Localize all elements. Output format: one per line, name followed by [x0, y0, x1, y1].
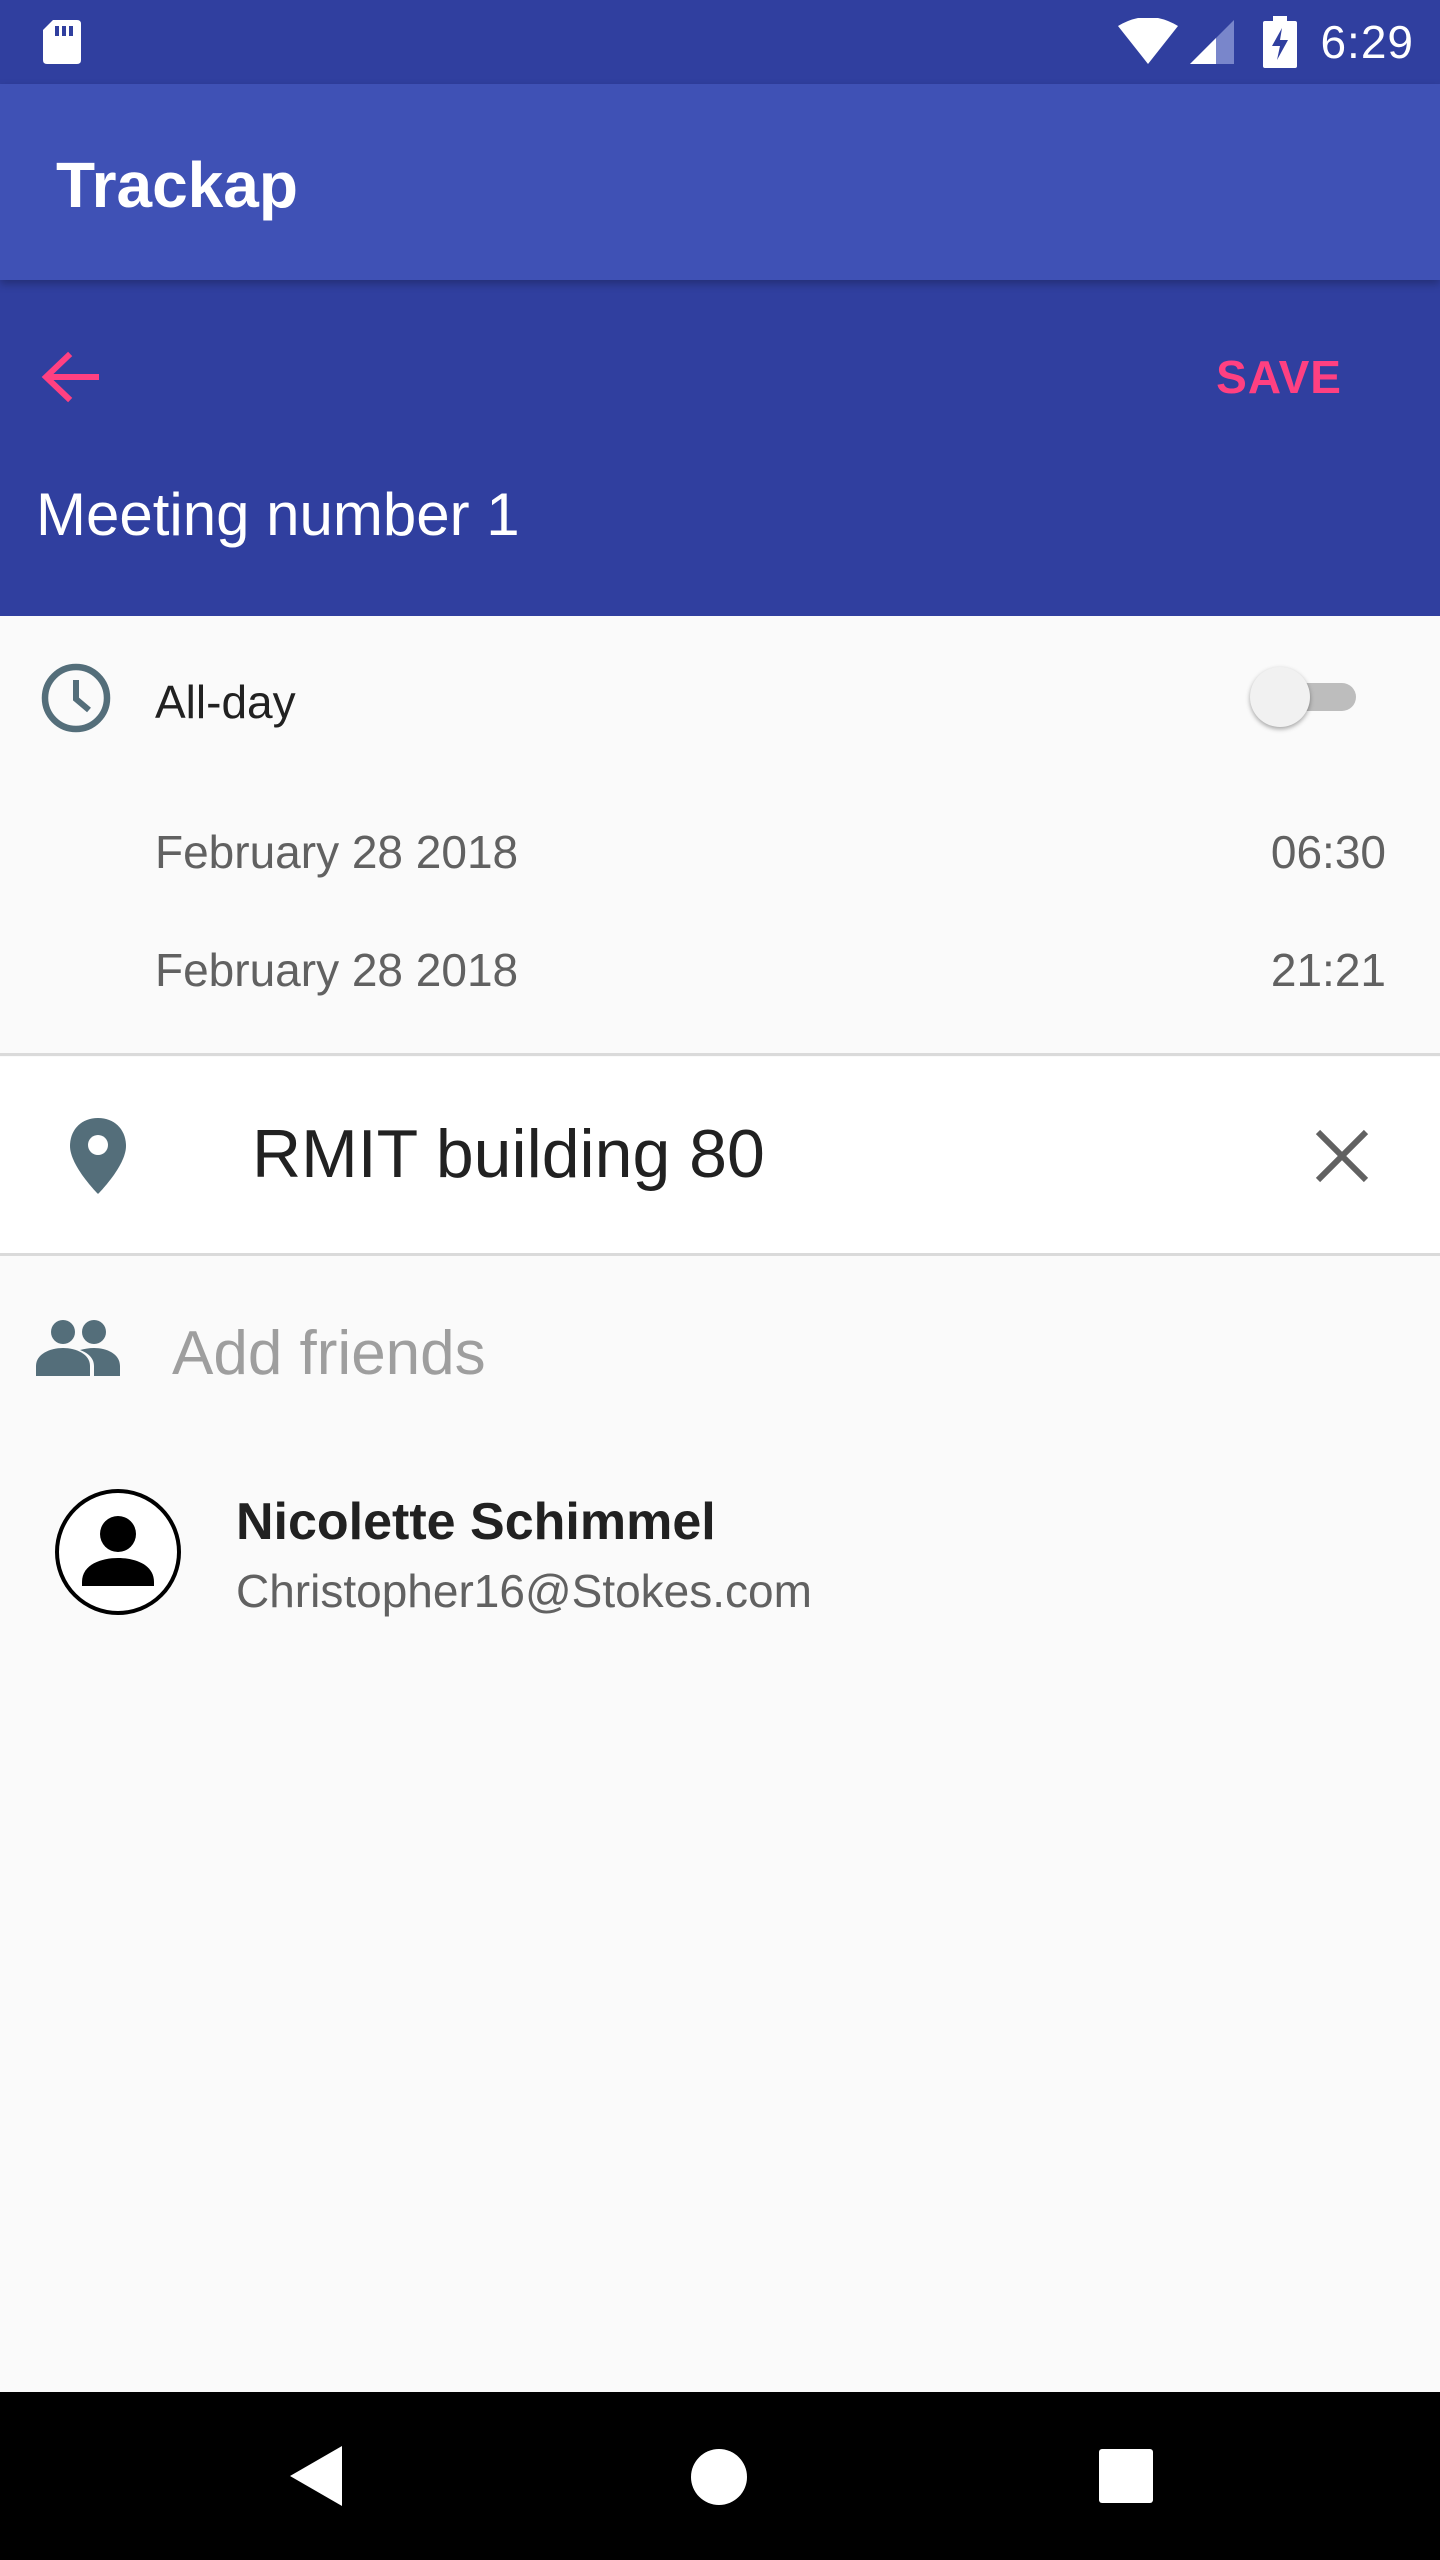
people-icon	[36, 1320, 120, 1376]
nav-home-icon[interactable]	[690, 2448, 748, 2506]
arrow-back-icon[interactable]	[30, 336, 112, 418]
nav-recents-icon[interactable]	[1098, 2448, 1154, 2504]
save-button[interactable]: SAVE	[1216, 350, 1342, 404]
add-friends-input[interactable]	[172, 1318, 1372, 1389]
friend-email: Christopher16@Stokes.com	[236, 1565, 812, 1617]
event-editor-header: SAVE	[0, 280, 1440, 616]
app-bar: Trackap	[0, 84, 1440, 280]
end-date[interactable]: February 28 2018	[155, 943, 518, 997]
cell-signal-icon	[1190, 20, 1235, 64]
navigation-bar	[0, 2392, 1440, 2560]
nav-back-icon[interactable]	[288, 2444, 344, 2508]
wifi-icon	[1118, 18, 1179, 64]
status-bar: 6:29	[0, 0, 1440, 84]
event-editor-screen: 6:29 Trackap SAVE All-day February 28 20…	[0, 0, 1440, 2560]
event-title-input[interactable]	[36, 480, 1336, 549]
status-clock: 6:29	[1320, 16, 1414, 68]
start-date[interactable]: February 28 2018	[155, 825, 518, 879]
end-time[interactable]: 21:21	[1271, 943, 1386, 997]
friend-list-item[interactable]: Nicolette Schimmel Christopher16@Stokes.…	[0, 1470, 1440, 1630]
close-icon[interactable]	[1306, 1120, 1378, 1192]
section-divider	[0, 1253, 1440, 1256]
toggle-thumb	[1250, 667, 1310, 727]
clock-icon	[41, 663, 111, 733]
location-input[interactable]	[252, 1115, 1272, 1193]
allday-toggle[interactable]	[1250, 662, 1370, 732]
battery-charging-icon	[1263, 16, 1298, 68]
section-divider	[0, 1053, 1440, 1056]
friend-name: Nicolette Schimmel	[236, 1493, 716, 1551]
sd-card-icon	[43, 20, 81, 64]
allday-label: All-day	[155, 676, 296, 728]
app-title: Trackap	[56, 149, 298, 221]
place-icon	[70, 1118, 126, 1194]
account-circle-icon	[55, 1489, 181, 1615]
start-time[interactable]: 06:30	[1271, 825, 1386, 879]
